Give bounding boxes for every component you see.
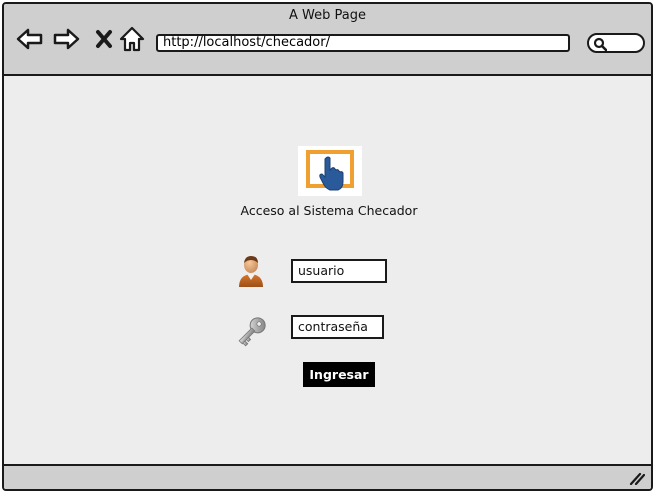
checador-logo: [298, 146, 362, 196]
login-heading: Acceso al Sistema Checador: [240, 203, 418, 218]
user-icon: [235, 254, 267, 292]
back-button[interactable]: [16, 26, 44, 52]
window-title: A Web Page: [289, 8, 366, 23]
username-field[interactable]: usuario: [291, 259, 387, 283]
browser-toolbar: A Web Page http://localhost/checador/: [4, 4, 651, 76]
forward-button[interactable]: [52, 26, 80, 52]
home-icon: [119, 26, 145, 52]
password-field[interactable]: contraseña: [291, 315, 384, 339]
key-icon: [233, 312, 271, 354]
stop-button[interactable]: [90, 26, 118, 52]
search-icon: [593, 37, 607, 51]
home-button[interactable]: [118, 26, 146, 52]
search-box[interactable]: [587, 33, 645, 53]
forward-arrow-icon: [53, 28, 80, 50]
resize-grip-icon[interactable]: [629, 471, 645, 485]
browser-window: A Web Page http://localhost/checador/ Ac…: [2, 2, 653, 491]
close-x-icon: [96, 30, 112, 48]
address-bar[interactable]: http://localhost/checador/: [156, 34, 570, 52]
login-button[interactable]: Ingresar: [303, 362, 375, 387]
back-arrow-icon: [16, 28, 43, 50]
status-bar: [4, 464, 651, 489]
